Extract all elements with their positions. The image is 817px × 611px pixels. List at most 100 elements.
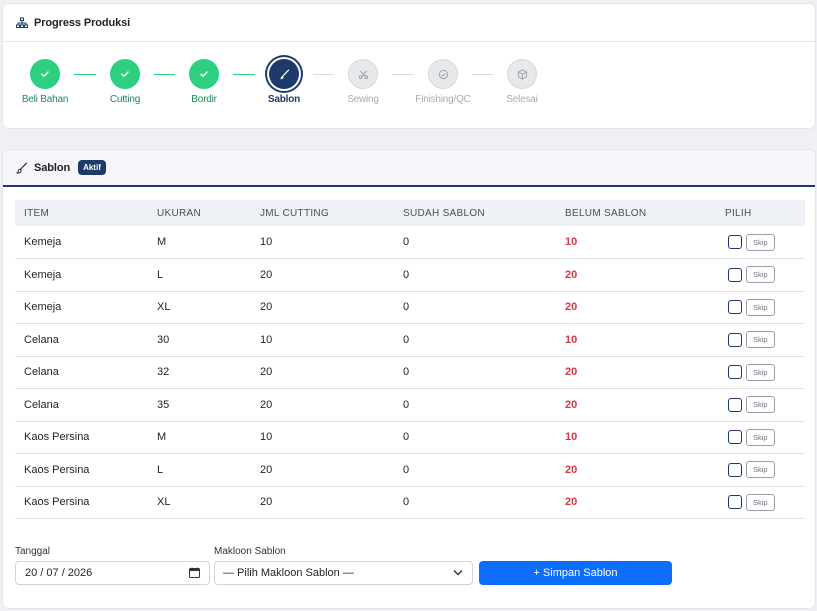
progress-card: Progress Produksi Beli Bahan Cutting Bordi…	[2, 3, 816, 129]
skip-button[interactable]: Skip	[746, 461, 775, 479]
pilih-checkbox[interactable]	[728, 397, 742, 412]
belum-sablon-cell: 20	[556, 356, 716, 389]
col-pilih: PILIH	[725, 207, 752, 219]
belum-sablon-cell: 10	[556, 226, 716, 259]
pilih-checkbox[interactable]	[728, 300, 742, 315]
pilih-checkbox[interactable]	[728, 235, 742, 249]
tanggal-input[interactable]: 20 / 07 / 2026	[15, 561, 210, 585]
pilih-cell: Skip	[716, 486, 805, 519]
jml-cutting-cell: 20	[251, 258, 394, 292]
col-belum-sablon: BELUM SABLON	[565, 207, 647, 219]
step-label: Finishing/QC	[415, 94, 471, 105]
belum-sablon-cell: 20	[556, 258, 716, 292]
pilih-checkbox[interactable]	[728, 430, 742, 445]
sablon-card: Sablon Aktif ITEM UKURAN JML CUTTING SUD…	[2, 149, 816, 609]
item-cell: Celana	[15, 323, 148, 357]
item-cell: Kemeja	[15, 258, 148, 292]
pilih-cell: Skip	[716, 291, 805, 324]
progress-title: Progress Produksi	[34, 16, 131, 29]
ukuran-cell: 35	[148, 388, 251, 422]
skip-button[interactable]: Skip	[746, 298, 775, 316]
pilih-checkbox[interactable]	[728, 495, 742, 510]
sudah-sablon-cell: 0	[394, 356, 556, 389]
ukuran-cell: 30	[148, 323, 251, 357]
ukuran-cell: L	[148, 258, 251, 292]
jml-cutting-cell: 10	[251, 226, 394, 259]
calendar-icon[interactable]	[189, 567, 200, 578]
sudah-sablon-cell: 0	[394, 486, 556, 519]
jml-cutting-cell: 10	[251, 421, 394, 454]
step-label: Sewing	[347, 94, 379, 105]
skip-button[interactable]: Skip	[746, 396, 775, 414]
makloon-label: Makloon Sablon	[214, 546, 286, 557]
pilih-checkbox[interactable]	[728, 365, 742, 380]
pilih-cell: Skip	[716, 388, 805, 422]
step-finishing-qc: Finishing/QC	[403, 59, 483, 105]
belum-sablon-cell: 20	[556, 453, 716, 487]
ukuran-cell: L	[148, 453, 251, 487]
belum-sablon-cell: 20	[556, 291, 716, 324]
jml-cutting-cell: 20	[251, 486, 394, 519]
jml-cutting-cell: 20	[251, 388, 394, 422]
ukuran-cell: XL	[148, 291, 251, 324]
sablon-title: Sablon	[34, 161, 71, 174]
pilih-checkbox[interactable]	[728, 332, 742, 347]
ukuran-cell: M	[148, 421, 251, 454]
item-cell: Kaos Persina	[15, 453, 148, 487]
step-label: Selesai	[506, 94, 538, 105]
step-label: Cutting	[109, 94, 141, 105]
check-icon	[30, 59, 60, 89]
sablon-table: ITEM UKURAN JML CUTTING SUDAH SABLON BEL…	[15, 200, 805, 519]
skip-button[interactable]: Skip	[746, 266, 775, 284]
item-cell: Celana	[15, 388, 148, 422]
tanggal-value: 20 / 07 / 2026	[25, 567, 93, 579]
table-row: Celana 30 10 0 10 Skip	[15, 323, 805, 357]
item-cell: Kaos Persina	[15, 421, 148, 454]
pilih-checkbox[interactable]	[728, 267, 742, 282]
col-ukuran: UKURAN	[157, 207, 202, 219]
skip-button[interactable]: Skip	[746, 428, 775, 446]
simpan-sablon-button[interactable]: + Simpan Sablon	[479, 561, 672, 585]
box-icon	[507, 59, 537, 89]
belum-sablon-cell: 20	[556, 388, 716, 422]
sudah-sablon-cell: 0	[394, 323, 556, 357]
jml-cutting-cell: 20	[251, 453, 394, 487]
pilih-cell: Skip	[716, 226, 805, 259]
table-row: Kaos Persina XL 20 0 20 Skip	[15, 486, 805, 519]
sudah-sablon-cell: 0	[394, 453, 556, 487]
table-row: Celana 32 20 0 20 Skip	[15, 356, 805, 389]
sablon-header: Sablon Aktif	[3, 150, 815, 187]
pilih-cell: Skip	[716, 356, 805, 389]
skip-button[interactable]: Skip	[746, 493, 775, 511]
step-label: Sablon	[267, 94, 301, 105]
col-sudah-sablon: SUDAH SABLON	[403, 207, 485, 219]
step-sablon: Sablon	[244, 59, 324, 105]
ukuran-cell: XL	[148, 486, 251, 519]
sudah-sablon-cell: 0	[394, 226, 556, 259]
skip-button[interactable]: Skip	[746, 331, 775, 349]
pilih-cell: Skip	[716, 453, 805, 487]
table-row: Kaos Persina L 20 0 20 Skip	[15, 453, 805, 487]
item-cell: Celana	[15, 356, 148, 389]
jml-cutting-cell: 20	[251, 291, 394, 324]
sudah-sablon-cell: 0	[394, 258, 556, 292]
makloon-select[interactable]: — Pilih Makloon Sablon —	[214, 561, 473, 585]
step-beli-bahan: Beli Bahan	[5, 59, 85, 105]
skip-button[interactable]: Skip	[746, 363, 775, 381]
belum-sablon-cell: 20	[556, 486, 716, 519]
table-row: Kemeja XL 20 0 20 Skip	[15, 291, 805, 324]
pilih-checkbox[interactable]	[728, 462, 742, 477]
sitemap-icon	[16, 17, 28, 29]
belum-sablon-cell: 10	[556, 323, 716, 357]
table-row: Kemeja M 10 0 10 Skip	[15, 226, 805, 259]
chevron-down-icon	[453, 569, 463, 576]
tanggal-label: Tanggal	[15, 546, 51, 557]
pilih-cell: Skip	[716, 421, 805, 454]
ukuran-cell: 32	[148, 356, 251, 389]
pilih-cell: Skip	[716, 258, 805, 292]
table-row: Kemeja L 20 0 20 Skip	[15, 258, 805, 292]
brush-icon	[269, 59, 299, 89]
table-row: Kaos Persina M 10 0 10 Skip	[15, 421, 805, 454]
step-sewing: Sewing	[323, 59, 403, 105]
skip-button[interactable]: Skip	[746, 233, 775, 251]
